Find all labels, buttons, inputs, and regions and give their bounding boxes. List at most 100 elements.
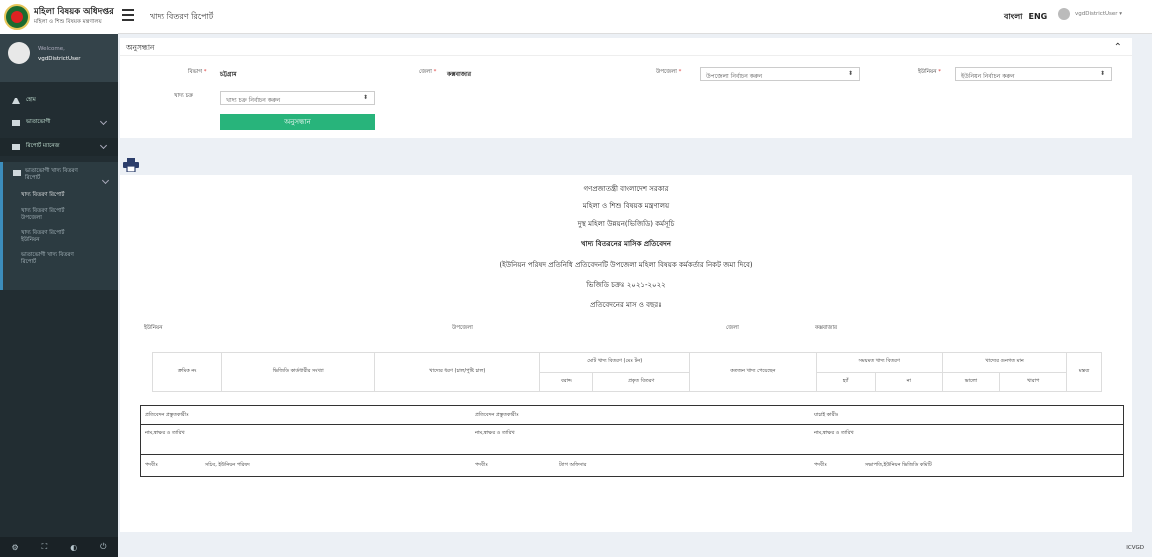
search-panel: অনুসন্ধান ⌃ বিভাগ * চট্টগ্রাম জেলা * কক্…	[120, 38, 1132, 138]
meta-union-label: ইউনিয়ন	[144, 325, 163, 331]
lock-icon[interactable]: ◐	[70, 543, 77, 552]
col-quality: খাদ্যের গুনগত মান	[941, 352, 1068, 373]
chevron-down-icon	[99, 117, 108, 126]
search-title: অনুসন্ধান	[126, 43, 155, 52]
col-allotted: বরাদ্দ	[539, 371, 594, 392]
col-received-count: কতজন খাদ্য পেয়েছেন	[689, 352, 817, 392]
page-title: খাদ্য বিতরণ রিপোর্ট	[150, 12, 214, 21]
sidebar-item-report-manage[interactable]: রিপোর্ট ম্যানেজ	[0, 138, 118, 156]
report-table: ক্রমিক নং ভিজিডি কার্ডধারীর সংখ্যা খাদ্য…	[151, 352, 1102, 392]
print-icon[interactable]	[123, 158, 139, 172]
signature-grid: প্রতিবেদন প্রস্তুতকারীঃ প্রতিবেদন প্রস্ত…	[140, 405, 1124, 477]
sign-post2-label: পদবীঃ	[475, 462, 488, 468]
meta-upazila-label: উপজেলা	[452, 325, 473, 331]
menu-toggle-icon[interactable]	[122, 9, 134, 21]
col-remarks: মন্তব্য	[1066, 352, 1102, 392]
col-yes: হ্যাঁ	[815, 371, 876, 392]
government-logo-icon	[4, 4, 30, 30]
sidebar-item-label: হোম	[26, 97, 36, 103]
meta-district-value: কক্সবাজার	[815, 325, 838, 331]
sign-prepared-label: প্রতিবেদন প্রস্তুতকারীঃ	[145, 412, 189, 418]
report-gov-title: গণপ্রজাতন্ত্রী বাংলাদেশ সরকার	[583, 185, 669, 193]
col-actual: প্রকৃত বিতরণ	[592, 371, 691, 392]
col-beneficiaries: ভিজিডি কার্ডধারীর সংখ্যা	[221, 352, 376, 392]
fullscreen-icon[interactable]: ⛶	[42, 542, 48, 552]
sign-date-label: নাম,স্বাক্ষর ও তারিখ	[145, 430, 185, 436]
settings-icon[interactable]: ⚙	[11, 543, 18, 552]
report-month-year: প্রতিবেদনের মাস ও বছরঃ	[590, 301, 662, 309]
avatar	[1058, 8, 1070, 20]
sidebar-subgroup[interactable]: ভাতাভোগী খাদ্য বিতরণ রিপোর্ট	[25, 168, 85, 182]
select-arrow-icon: ⬍	[1099, 70, 1105, 77]
report-ministry: মহিলা ও শিশু বিষয়ক মন্ত্রণালয়	[582, 202, 670, 210]
union-select[interactable]: ইউনিয়ন নির্বাচন করুন ⬍	[955, 67, 1112, 81]
language-switcher[interactable]: বাংলা ENG	[1004, 11, 1047, 24]
district-label: জেলা *	[419, 69, 437, 75]
sign-post3-label: পদবীঃ	[814, 462, 827, 468]
upazila-select[interactable]: উপজেলা নির্বাচন করুন ⬍	[700, 67, 860, 81]
search-button[interactable]: অনুসন্ধান	[220, 114, 375, 130]
lang-en[interactable]: ENG	[1029, 12, 1048, 21]
welcome-text: Welcome,	[38, 46, 65, 52]
footer-text: ICVGD	[1126, 545, 1144, 551]
sidebar-item-food-dist-report[interactable]: খাদ্য বিতরণ রিপোর্ট	[21, 192, 81, 199]
division-value: চট্টগ্রাম	[220, 71, 237, 78]
sidebar: Welcome, vgdDistrictUser হোম ভাতাভোগী রি…	[0, 34, 118, 557]
col-bad: খারাপ	[998, 371, 1068, 392]
col-serial: ক্রমিক নং	[151, 352, 223, 392]
list-icon	[13, 170, 21, 176]
user-name: vgdDistrictUser ▾	[1075, 11, 1123, 17]
brand-title: মহিলা বিষয়ক অধিদপ্তর	[34, 7, 114, 17]
sidebar-item-food-dist-upazila[interactable]: খাদ্য বিতরণ রিপোর্ট উপজেলা	[21, 208, 81, 222]
col-good: ভালো	[941, 371, 1001, 392]
sign-post-value3: সভাপতি,ইউনিয়ন ভিজিডি কমিটি	[865, 462, 932, 468]
collapse-icon[interactable]: ⌃	[1114, 42, 1122, 53]
sign-verifier-label: যাচাই কারীঃ	[814, 412, 839, 418]
sidebar-username: vgdDistrictUser	[38, 56, 81, 62]
sign-prepared2-label: প্রতিবেদন প্রস্তুতকারীঃ	[475, 412, 519, 418]
district-value: কক্সবাজার	[447, 71, 472, 78]
home-icon	[12, 98, 20, 104]
lang-bn[interactable]: বাংলা	[1004, 12, 1023, 21]
cycle-label: খাদ্য চক্র	[174, 93, 194, 99]
brand-subtitle: মহিলা ও শিশু বিষয়ক মন্ত্রণালয়	[34, 19, 102, 25]
sign-date2-label: নাম,স্বাক্ষর ও তারিখ	[475, 430, 515, 436]
sign-post-value2: ট্যাগ অফিসার	[559, 462, 587, 468]
avatar	[8, 42, 30, 64]
power-icon[interactable]: ⏻	[100, 542, 106, 552]
select-arrow-icon: ⬍	[847, 70, 853, 77]
select-arrow-icon: ⬍	[362, 94, 368, 101]
brand[interactable]: মহিলা বিষয়ক অধিদপ্তর মহিলা ও শিশু বিষয়…	[0, 0, 118, 34]
report-title: খাদ্য বিতরনের মাসিক প্রতিবেদন	[581, 240, 671, 248]
sign-post-value1: সচিব, ইউনিয়ন পরিষদ	[205, 462, 250, 468]
col-ontime: সময়মত খাদ্য বিতরণ	[815, 352, 943, 373]
top-navbar: মহিলা বিষয়ক অধিদপ্তর মহিলা ও শিশু বিষয়…	[0, 0, 1152, 34]
sidebar-submenu: ভাতাভোগী খাদ্য বিতরণ রিপোর্ট খাদ্য বিতরণ…	[0, 162, 118, 290]
union-label: ইউনিয়ন *	[918, 69, 942, 75]
report-cycle: ভিজিডি চক্রঃ ২০২১-২০২২	[586, 281, 666, 289]
user-menu[interactable]: vgdDistrictUser ▾	[1058, 8, 1122, 20]
list-icon	[12, 120, 20, 126]
sidebar-item-label: রিপোর্ট ম্যানেজ	[26, 143, 60, 149]
chevron-down-icon	[99, 141, 108, 150]
sidebar-item-label: ভাতাভোগী	[26, 119, 51, 125]
sidebar-item-beneficiary-food-dist[interactable]: ভাতাভোগী খাদ্য বিতরণ রিপোর্ট	[21, 252, 81, 266]
upazila-label: উপজেলা *	[656, 69, 682, 75]
sign-date3-label: নাম,স্বাক্ষর ও তারিখ	[814, 430, 854, 436]
user-panel: Welcome, vgdDistrictUser	[0, 34, 118, 82]
col-food-type: খাদ্যের ধরণ (চাল/পুষ্টি চাল)	[374, 352, 541, 392]
sign-post-label: পদবীঃ	[145, 462, 158, 468]
sidebar-item-food-dist-union[interactable]: খাদ্য বিতরণ রিপোর্ট ইউনিয়ন	[21, 230, 81, 244]
sidebar-footer: ⚙ ⛶ ◐ ⏻	[0, 537, 118, 557]
chevron-down-icon	[101, 176, 110, 185]
division-label: বিভাগ *	[188, 69, 207, 75]
report-program: দুস্থ মহিলা উন্নয়ন(ভিজিডি) কর্মসূচি	[577, 220, 675, 228]
list-icon	[12, 144, 20, 150]
meta-district-label: জেলা	[726, 325, 739, 331]
sidebar-item-home[interactable]: হোম	[0, 92, 118, 110]
report-panel: গণপ্রজাতন্ত্রী বাংলাদেশ সরকার মহিলা ও শি…	[120, 175, 1132, 532]
col-no: না	[874, 371, 943, 392]
sidebar-item-beneficiaries[interactable]: ভাতাভোগী	[0, 114, 118, 132]
col-total-dist: মোট খাদ্য বিতরণ (মেঃ টন)	[539, 352, 691, 373]
cycle-select[interactable]: খাদ্য চক্র নির্বাচন করুন ⬍	[220, 91, 375, 105]
